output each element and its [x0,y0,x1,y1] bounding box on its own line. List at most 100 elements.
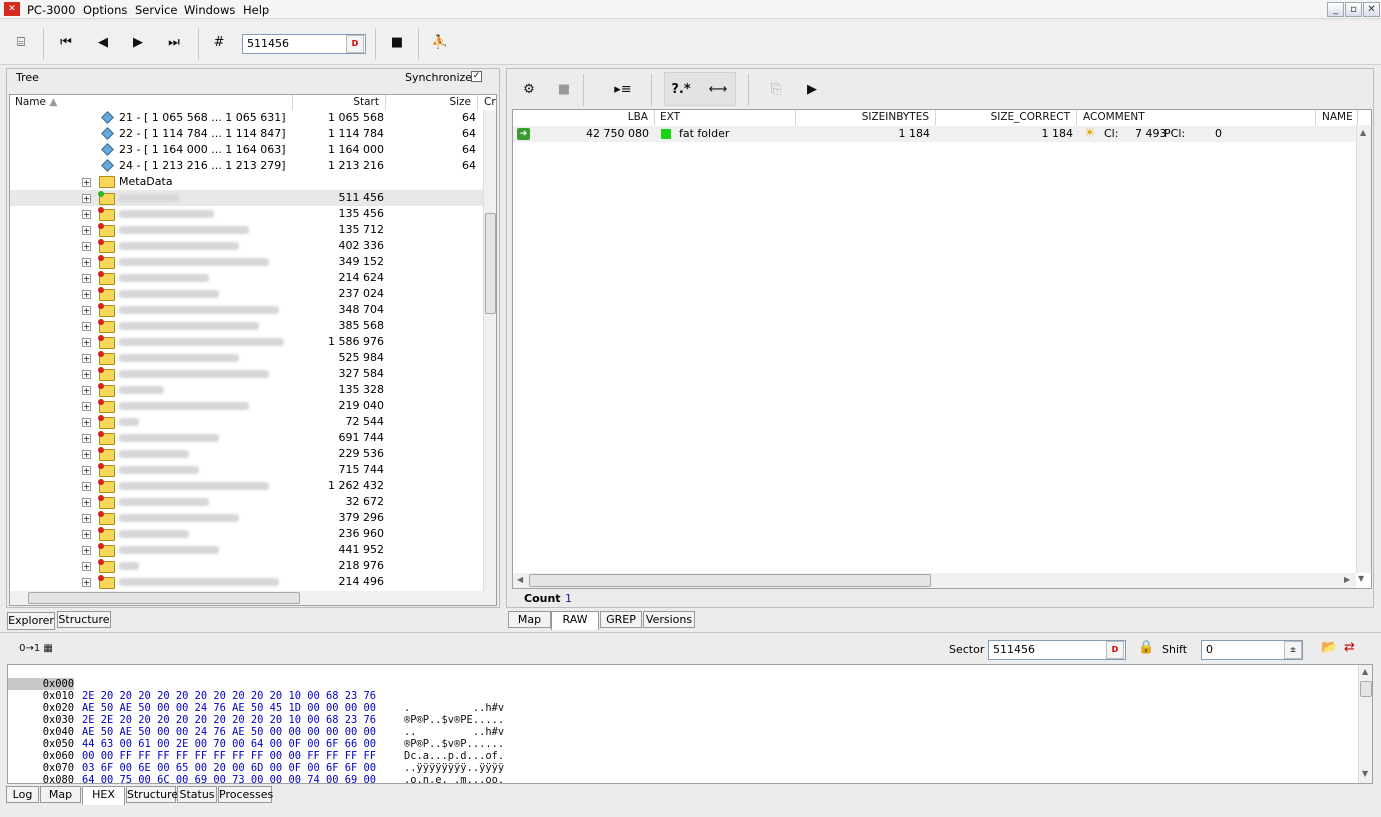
hex-view[interactable]: 0x000 2E 20 20 20 20 20 20 20 20 20 20 1… [7,664,1373,784]
stop-icon[interactable]: ■ [386,32,408,54]
tree-folder-row[interactable]: + 135 328 [10,382,484,398]
hex-row[interactable]: 0x080 02 69 00 63 00 6F 00 20 00 63 00 0… [8,762,1358,783]
tree-scroll-thumb[interactable] [485,213,496,314]
wildcard-filter-icon[interactable]: ?.* [670,79,692,101]
tree-folder-row[interactable]: + 214 624 [10,270,484,286]
hex-vertical-scrollbar[interactable]: ▲ ▼ [1358,665,1372,783]
column-sizeinbytes[interactable]: SIZEINBYTES [796,110,936,125]
tree-vertical-scrollbar[interactable] [483,110,496,591]
expand-icon[interactable]: + [82,226,91,235]
tree-folder-row[interactable]: + 1 262 432 [10,478,484,494]
scroll-right-icon[interactable]: ▶ [1344,575,1350,584]
restore-button[interactable]: ▫ [1345,2,1362,17]
stop-scan-icon[interactable]: ■ [553,79,575,101]
file-grid[interactable]: LBA EXT SIZEINBYTES SIZE_CORRECT ACOMMEN… [512,109,1372,589]
hex-row[interactable]: 0x050 00 00 FF FF FF FF FF FF FF FF 00 0… [8,726,1358,774]
tab-structure-bottom[interactable]: Structure [126,786,178,803]
tree-folder-row[interactable]: + 214 496 [10,574,484,590]
expand-icon[interactable]: + [82,546,91,555]
tree-range-row[interactable]: 21 - [ 1 065 568 ... 1 065 631] 1 065 56… [10,110,484,126]
tab-log[interactable]: Log [6,786,39,803]
tab-raw[interactable]: RAW [551,611,599,630]
next-sector-icon[interactable]: ▶ [127,32,149,54]
table-row[interactable]: ➜ 42 750 080 fat folder 1 184 1 184 ☀ Cl… [513,126,1356,142]
tree-folder-row[interactable]: + 349 152 [10,254,484,270]
expand-icon[interactable]: + [82,258,91,267]
synchronize-checkbox[interactable]: ✓ [471,71,482,82]
grid-horizontal-scrollbar[interactable]: ◀ ▶ [513,573,1356,588]
tab-versions[interactable]: Versions [643,611,695,628]
tree-folder-row[interactable]: + 691 744 [10,430,484,446]
tree-folder-row[interactable]: + 525 984 [10,350,484,366]
tree-folder-row[interactable]: + 715 744 [10,462,484,478]
tree-folder-row[interactable]: + 379 296 [10,510,484,526]
column-ext[interactable]: EXT [655,110,796,125]
hex-row[interactable]: 0x030 AE 50 AE 50 00 00 24 76 AE 50 00 0… [8,702,1358,750]
tree-folder-row[interactable]: + 441 952 [10,542,484,558]
tree-folder-row[interactable]: + 236 960 [10,526,484,542]
last-sector-icon[interactable]: ⏭ [163,32,185,54]
tree-folder-row[interactable]: + 237 024 [10,286,484,302]
expand-icon[interactable]: + [82,322,91,331]
hex-row[interactable]: 0x060 03 6F 00 6E 00 65 00 20 00 6D 00 0… [8,738,1358,783]
copy-icon[interactable]: ⎘ [765,79,787,101]
expand-icon[interactable]: + [82,306,91,315]
grid-vertical-scrollbar[interactable]: ▲ [1356,125,1371,573]
hex-scroll-up-icon[interactable]: ▲ [1362,667,1368,676]
expand-icon[interactable]: + [82,178,91,187]
hex-row[interactable]: 0x040 44 63 00 61 00 2E 00 70 00 64 00 0… [8,714,1358,762]
scroll-down-icon[interactable]: ▼ [1358,574,1364,583]
tree-folder-row[interactable]: + 219 040 [10,398,484,414]
tree-folder-row[interactable]: + 72 544 [10,414,484,430]
hex-row[interactable]: 0x070 64 00 75 00 6C 00 69 00 73 00 00 0… [8,750,1358,783]
shift-toggle-icon[interactable]: ± [1284,641,1302,659]
tab-hex[interactable]: HEX [82,786,125,805]
hex-row[interactable]: 0x090 6D 00 70 00 69 00 6C 00 61 00 00 0… [8,774,1358,783]
expand-icon[interactable]: + [82,434,91,443]
tree-range-row[interactable]: 24 - [ 1 213 216 ... 1 213 279] 1 213 21… [10,158,484,174]
tree-range-row[interactable]: 22 - [ 1 114 784 ... 1 114 847] 1 114 78… [10,126,484,142]
expand-icon[interactable]: + [82,290,91,299]
menu-options[interactable]: Options [83,3,127,17]
tree-folder-row[interactable]: + 385 568 [10,318,484,334]
column-acomment[interactable]: ACOMMENT [1077,110,1316,125]
expand-icon[interactable]: + [82,450,91,459]
tree-folder-row[interactable]: + 327 584 [10,366,484,382]
tab-grep[interactable]: GREP [600,611,642,628]
menu-service[interactable]: Service [135,3,178,17]
column-name-right[interactable]: NAME [1316,110,1358,125]
export-icon[interactable]: ▸≡ [612,79,634,101]
expand-icon[interactable]: + [82,562,91,571]
hex-scroll-down-icon[interactable]: ▼ [1362,769,1368,778]
drive-icon[interactable]: ⌸ [10,32,32,54]
expand-icon[interactable]: + [82,418,91,427]
menu-help[interactable]: Help [243,3,269,17]
column-size[interactable]: Size [386,95,478,110]
tree-folder-row[interactable]: + 135 456 [10,206,484,222]
splitter[interactable] [0,632,1381,633]
swap-icon[interactable]: ⇄ [1344,640,1355,655]
range-icon[interactable]: ⟷ [707,79,729,101]
expand-icon[interactable]: + [82,210,91,219]
column-lba[interactable]: LBA [513,110,655,125]
expand-icon[interactable]: + [82,354,91,363]
first-sector-icon[interactable]: ⏮ [55,32,77,54]
tree-folder-row[interactable]: + 32 672 [10,494,484,510]
grid-hscroll-thumb[interactable] [529,574,931,587]
tree-horizontal-scrollbar[interactable] [10,591,496,605]
expand-icon[interactable]: + [82,402,91,411]
expand-icon[interactable]: + [82,338,91,347]
expand-icon[interactable]: + [82,466,91,475]
tree-folder-row[interactable]: + 348 704 [10,302,484,318]
column-cr[interactable]: Cr [478,95,496,110]
expand-icon[interactable]: + [82,482,91,491]
close-button[interactable]: ✕ [1363,2,1380,17]
hex-scroll-thumb[interactable] [1360,681,1372,697]
expand-icon[interactable]: + [82,530,91,539]
tree-range-row[interactable]: 23 - [ 1 164 000 ... 1 164 063] 1 164 00… [10,142,484,158]
tree-folder-row[interactable]: + 1 586 976 [10,334,484,350]
prev-sector-icon[interactable]: ◀ [92,32,114,54]
tab-status[interactable]: Status [177,786,217,803]
play-icon[interactable]: ▶ [801,79,823,101]
exit-icon[interactable]: ⛹ [429,32,451,54]
